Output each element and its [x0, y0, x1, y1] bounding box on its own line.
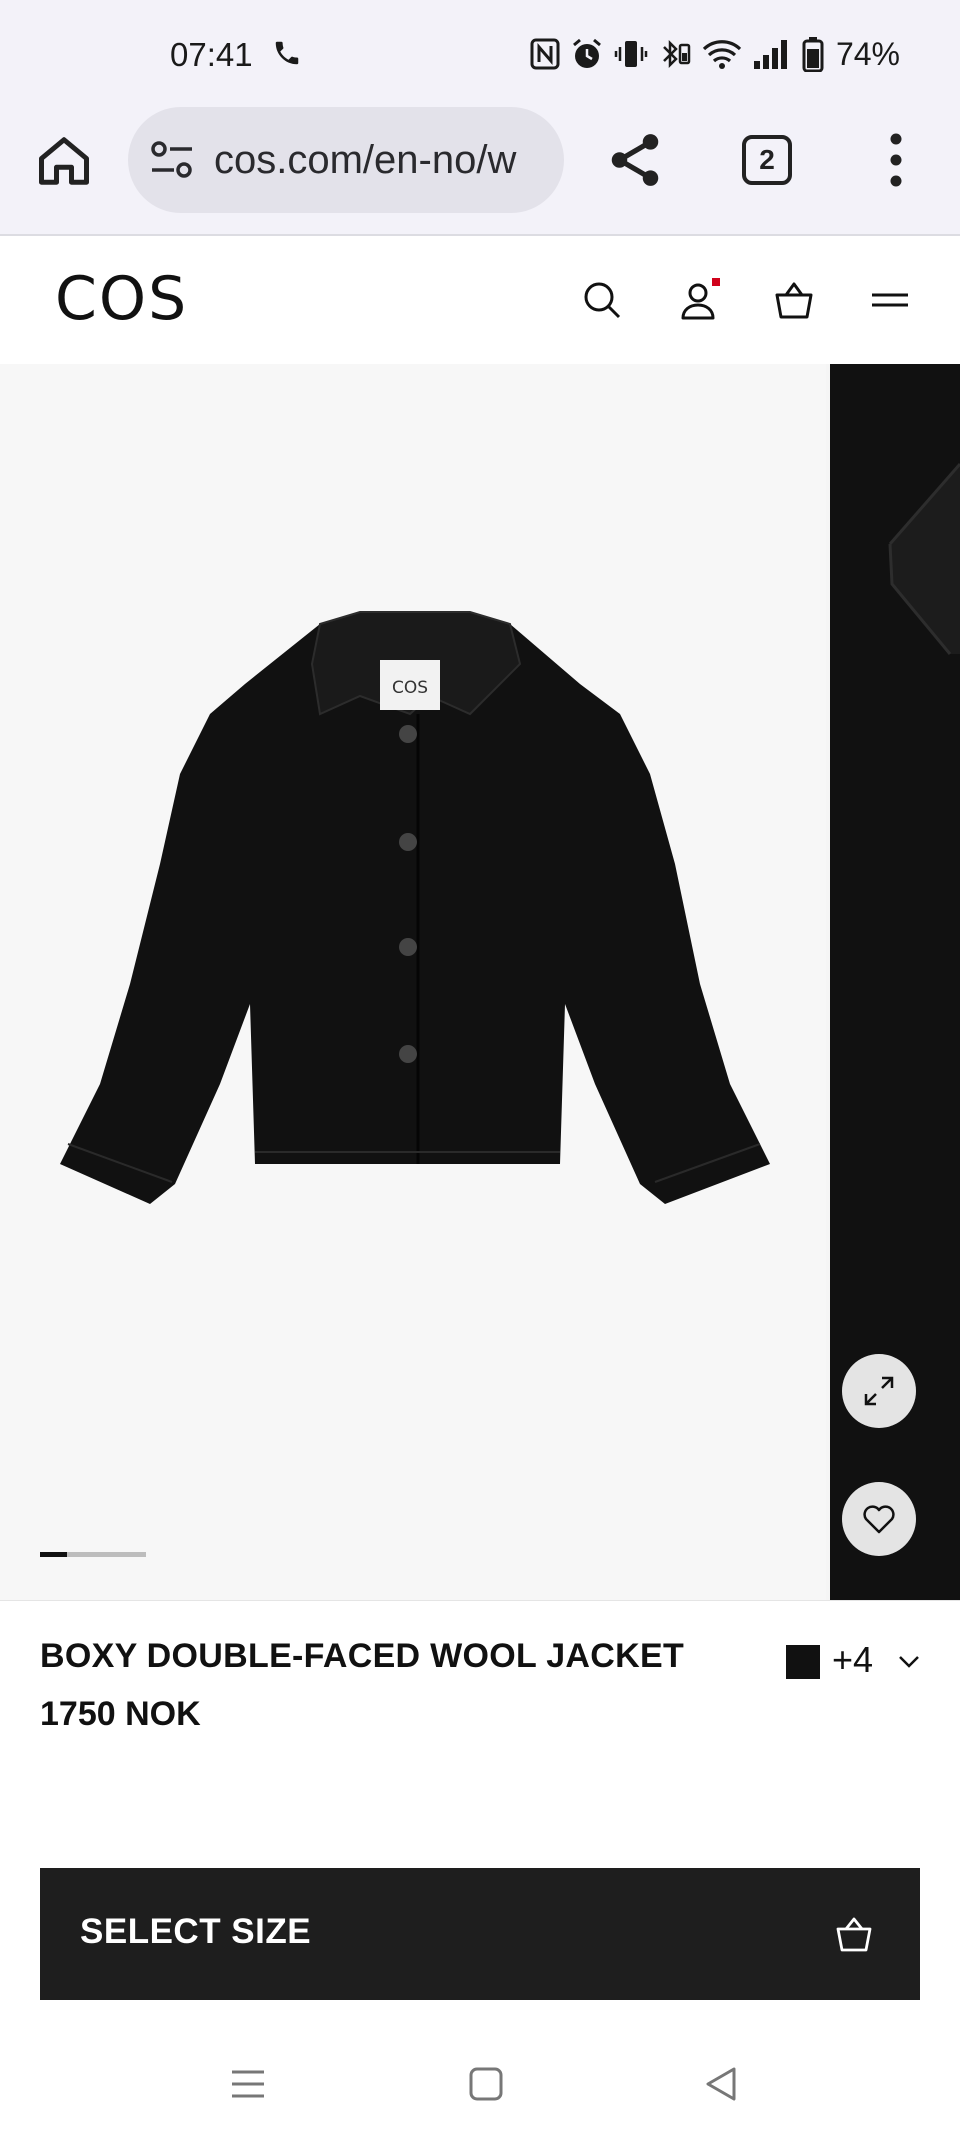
recent-apps-icon[interactable] — [228, 2064, 268, 2104]
home-icon[interactable] — [34, 131, 94, 191]
tabs-button[interactable]: 2 — [742, 135, 792, 185]
url-text: cos.com/en-no/w — [214, 138, 517, 182]
select-size-label: SELECT SIZE — [80, 1912, 312, 1951]
color-swatch-selected[interactable] — [786, 1645, 820, 1679]
site-header: COS — [0, 238, 960, 364]
product-price: 1750 NOK — [40, 1695, 201, 1733]
bluetooth-battery-icon — [663, 39, 691, 69]
browser-toolbar: cos.com/en-no/w 2 — [0, 105, 960, 236]
product-name: BOXY DOUBLE-FACED WOOL JACKET — [40, 1637, 685, 1675]
notification-dot — [712, 278, 720, 286]
jacket-detail-image — [888, 463, 960, 655]
menu-icon[interactable] — [868, 278, 912, 322]
chevron-down-icon[interactable] — [898, 1655, 920, 1669]
jacket-image: COS — [60, 611, 770, 1204]
add-to-bag-icon — [836, 1917, 872, 1952]
battery-icon — [802, 37, 824, 72]
status-time: 07:41 — [170, 36, 253, 73]
more-colors-count[interactable]: +4 — [832, 1639, 873, 1681]
alarm-icon — [572, 38, 601, 68]
share-icon[interactable] — [604, 129, 666, 191]
search-icon[interactable] — [580, 278, 624, 322]
address-bar[interactable]: cos.com/en-no/w — [128, 107, 564, 213]
cos-logo[interactable]: COS — [55, 264, 188, 334]
select-size-button[interactable]: SELECT SIZE — [40, 1868, 920, 2000]
back-icon[interactable] — [702, 2064, 742, 2104]
product-image-main[interactable]: COS — [0, 364, 826, 1600]
shopping-bag-icon[interactable] — [772, 278, 816, 322]
battery-percent: 74% — [835, 35, 900, 72]
vibrate-icon — [614, 41, 648, 67]
gallery-progress — [40, 1552, 146, 1557]
signal-icon — [753, 40, 787, 69]
system-nav-bar — [0, 2020, 960, 2144]
product-gallery[interactable]: COS — [0, 364, 960, 1600]
nfc-icon — [530, 38, 560, 70]
expand-icon — [864, 1376, 894, 1406]
wifi-icon — [702, 40, 742, 69]
gallery-progress-fill — [40, 1552, 67, 1557]
tab-count: 2 — [759, 144, 775, 175]
status-bar: 07:41 74% — [0, 0, 960, 105]
wishlist-button[interactable] — [842, 1482, 916, 1556]
label-brand: COS — [392, 678, 428, 698]
heart-icon — [863, 1505, 895, 1534]
more-options-icon[interactable] — [876, 129, 916, 191]
status-icons: 74% — [530, 34, 900, 74]
site-settings-icon[interactable] — [150, 139, 194, 181]
expand-button[interactable] — [842, 1354, 916, 1428]
home-nav-icon[interactable] — [466, 2064, 506, 2104]
product-info: BOXY DOUBLE-FACED WOOL JACKET 1750 NOK +… — [0, 1600, 960, 1870]
phone-call-icon — [275, 41, 299, 65]
